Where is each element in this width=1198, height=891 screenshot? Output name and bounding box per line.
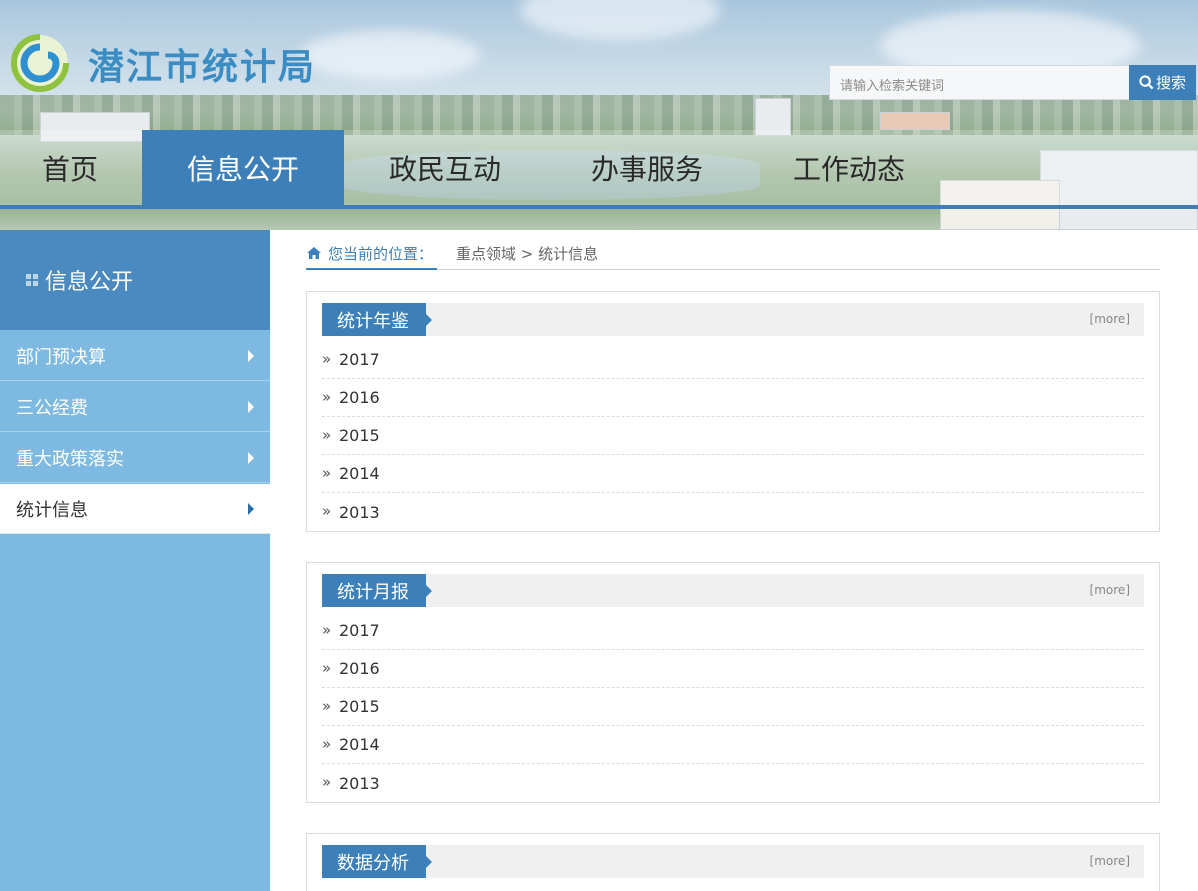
list-item-label: 2014 — [339, 735, 380, 754]
search-button[interactable]: 搜索 — [1129, 65, 1196, 100]
more-link[interactable]: [more] — [1090, 583, 1130, 597]
list-item-label: 2015 — [339, 697, 380, 716]
list-item[interactable]: » 2013 — [322, 493, 1144, 531]
list-item-label: 2014 — [339, 464, 380, 483]
double-chevron-icon: » — [322, 425, 332, 444]
list-item[interactable]: » 2015 — [322, 688, 1144, 726]
double-chevron-icon: » — [322, 620, 332, 639]
list-item-label: 2015 — [339, 426, 380, 445]
list-item[interactable]: » 2016 — [322, 379, 1144, 417]
nav-label: 首页 — [41, 153, 98, 186]
sidebar-item-label: 部门预决算 — [16, 346, 106, 368]
breadcrumb-current-label: 您当前的位置： — [306, 243, 438, 270]
panel-data-analysis: 数据分析 [more] — [306, 833, 1160, 891]
nav-divider — [0, 205, 1198, 209]
double-chevron-icon: » — [322, 734, 332, 753]
chevron-right-icon — [248, 401, 254, 413]
list-item-label: 2013 — [339, 502, 380, 522]
search-input[interactable]: 请输入检索关键词 — [829, 65, 1130, 100]
more-link[interactable]: [more] — [1090, 854, 1130, 868]
list-item-label: 2013 — [339, 773, 380, 793]
breadcrumb-path[interactable]: 重点领域 > 统计信息 — [456, 243, 598, 264]
double-chevron-icon: » — [322, 502, 332, 520]
grid-dots-icon — [26, 274, 38, 286]
list-item-label: 2016 — [339, 388, 380, 407]
panel-title: 统计年鉴 — [322, 303, 432, 336]
list-item[interactable]: » 2015 — [322, 417, 1144, 455]
double-chevron-icon: » — [322, 773, 332, 791]
sidebar-item-label: 三公经费 — [16, 397, 88, 419]
sidebar-title-label: 信息公开 — [45, 270, 134, 295]
list-item[interactable]: » 2017 — [322, 341, 1144, 379]
nav-label: 政民互动 — [388, 153, 501, 186]
sidebar-item-policy[interactable]: 重大政策落实 — [0, 433, 270, 483]
nav-news[interactable]: 工作动态 — [748, 130, 950, 206]
panel-yearbook: 统计年鉴 [more] » 2017 » 2016 » 2015 » 2014 » 201… — [306, 291, 1160, 532]
double-chevron-icon: » — [322, 463, 332, 482]
search-icon — [1139, 75, 1154, 90]
nav-services[interactable]: 办事服务 — [546, 130, 748, 206]
double-chevron-icon: » — [322, 696, 332, 715]
sidebar-item-budget[interactable]: 部门预决算 — [0, 331, 270, 381]
chevron-right-icon — [248, 452, 254, 464]
nav-label: 办事服务 — [590, 153, 703, 186]
sidebar-title: 信息公开 — [0, 230, 270, 330]
sidebar-item-statistics[interactable]: 统计信息 — [0, 484, 270, 534]
search-placeholder: 请输入检索关键词 — [840, 79, 945, 94]
list-item[interactable]: » 2017 — [322, 612, 1144, 650]
sidebar-item-label: 重大政策落实 — [16, 448, 124, 470]
list-item-label: 2017 — [339, 621, 380, 640]
site-title: 潜江市统计局 — [88, 46, 317, 88]
home-icon — [307, 247, 321, 259]
list-item-label: 2016 — [339, 659, 380, 678]
panel-monthly-report: 统计月报 [more] » 2017 » 2016 » 2015 » 2014 » 201… — [306, 562, 1160, 803]
sidebar-item-label: 统计信息 — [16, 499, 88, 521]
nav-label: 信息公开 — [186, 153, 299, 186]
panel-header: 统计年鉴 [more] — [322, 303, 1144, 336]
year-list: » 2017 » 2016 » 2015 » 2014 » 2013 — [322, 341, 1144, 531]
year-list: » 2017 » 2016 » 2015 » 2014 » 2013 — [322, 612, 1144, 802]
list-item[interactable]: » 2014 — [322, 455, 1144, 493]
chevron-right-icon — [248, 350, 254, 362]
logo-icon — [11, 34, 69, 92]
nav-info-disclosure[interactable]: 信息公开 — [142, 130, 344, 206]
double-chevron-icon: » — [322, 658, 332, 677]
panel-title: 统计月报 — [322, 574, 432, 607]
nav-label: 工作动态 — [792, 153, 905, 186]
panel-title: 数据分析 — [322, 845, 432, 878]
nav-home[interactable]: 首页 — [20, 130, 120, 206]
panel-header: 数据分析 [more] — [322, 845, 1144, 878]
chevron-right-icon — [248, 503, 254, 515]
list-item[interactable]: » 2014 — [322, 726, 1144, 764]
panel-header: 统计月报 [more] — [322, 574, 1144, 607]
breadcrumb-here-text: 您当前的位置： — [328, 245, 434, 263]
nav-interaction[interactable]: 政民互动 — [344, 130, 546, 206]
list-item[interactable]: » 2016 — [322, 650, 1144, 688]
breadcrumb: 您当前的位置： 重点领域 > 统计信息 — [306, 243, 1160, 270]
sidebar-item-three-public[interactable]: 三公经费 — [0, 382, 270, 432]
list-item-label: 2017 — [339, 350, 380, 369]
list-item[interactable]: » 2013 — [322, 764, 1144, 802]
double-chevron-icon: » — [322, 349, 332, 368]
double-chevron-icon: » — [322, 387, 332, 406]
more-link[interactable]: [more] — [1090, 312, 1130, 326]
search-button-label: 搜索 — [1155, 74, 1186, 92]
